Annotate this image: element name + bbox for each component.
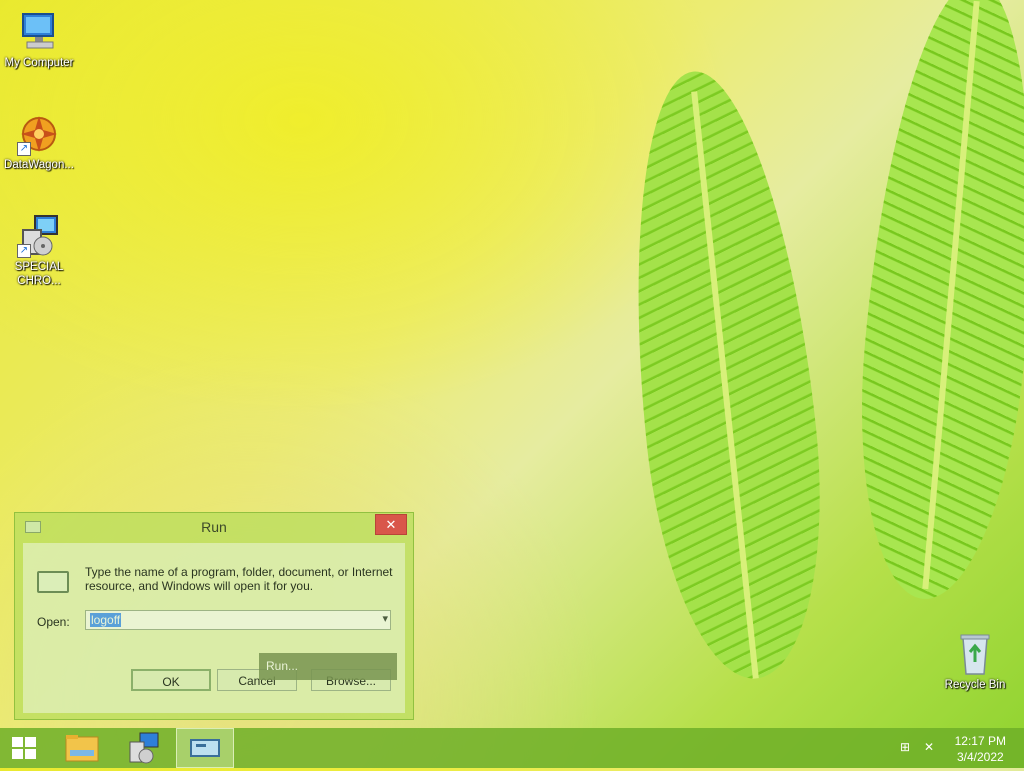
datawagon-icon: ↗: [17, 112, 61, 156]
shortcut-arrow-icon: ↗: [17, 244, 31, 258]
run-icon: [37, 571, 69, 593]
run-body: Type the name of a program, folder, docu…: [23, 543, 405, 713]
start-button[interactable]: [0, 728, 50, 768]
installer-icon: ↗: [17, 214, 61, 258]
run-dialog[interactable]: Run ✕ Type the name of a program, folder…: [14, 512, 414, 720]
close-button[interactable]: ✕: [375, 514, 407, 535]
taskbar-tooltip: Run...: [259, 653, 397, 680]
open-label: Open:: [37, 615, 70, 629]
folder-icon: [65, 735, 99, 762]
installer-icon: [129, 732, 159, 764]
run-description: Type the name of a program, folder, docu…: [85, 565, 393, 593]
desktop-icon-label: My Computer: [4, 57, 74, 69]
shortcut-arrow-icon: ↗: [17, 142, 31, 156]
volume-muted-icon[interactable]: ✕: [922, 740, 936, 754]
desktop-icon-label: DataWagon...: [4, 159, 74, 171]
run-icon: [190, 739, 220, 757]
ok-button[interactable]: OK: [131, 669, 211, 691]
taskbar-file-explorer[interactable]: [56, 728, 110, 768]
desktop-icon-special-chrome[interactable]: ↗ SPECIAL CHRO...: [0, 214, 78, 288]
desktop-icon-label: Recycle Bin: [944, 679, 1006, 691]
desktop-icon-my-computer[interactable]: My Computer: [0, 10, 78, 70]
chevron-down-icon[interactable]: ▾: [382, 612, 388, 625]
desktop-icon-label: SPECIAL CHRO...: [14, 261, 64, 287]
taskbar-run[interactable]: [176, 728, 234, 768]
computer-icon: [17, 10, 61, 54]
clock-time: 12:17 PM: [954, 734, 1006, 748]
desktop-icon-recycle-bin[interactable]: Recycle Bin: [936, 632, 1014, 692]
clock-date: 3/4/2022: [956, 750, 1004, 764]
open-input-value[interactable]: logoff: [90, 613, 122, 627]
taskbar: ⊞ ✕ 12:17 PM 3/4/2022: [0, 728, 1024, 768]
tray-clock[interactable]: 12:17 PM 3/4/2022: [955, 733, 1006, 765]
run-title: Run: [201, 519, 227, 535]
taskbar-special-chrome[interactable]: [116, 728, 170, 768]
run-titlebar[interactable]: Run ✕: [15, 513, 413, 541]
open-combobox[interactable]: logoff ▾: [85, 610, 391, 630]
network-icon[interactable]: ⊞: [898, 740, 912, 754]
recycle-bin-icon: [953, 632, 997, 676]
desktop-icon-datawagon[interactable]: ↗ DataWagon...: [0, 112, 78, 172]
